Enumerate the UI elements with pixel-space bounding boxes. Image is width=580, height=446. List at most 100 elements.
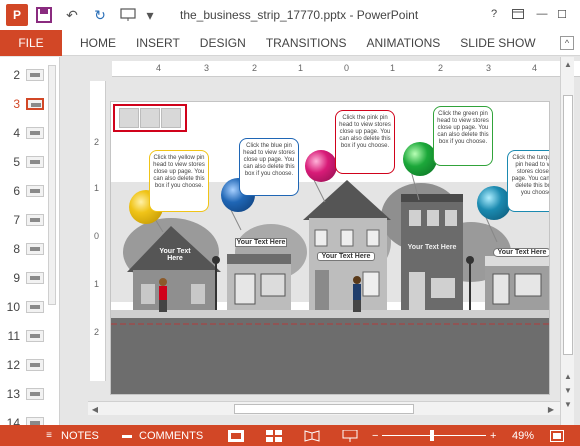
thumbnail-number: 8: [13, 242, 20, 256]
collapse-ribbon-button[interactable]: ^: [560, 36, 574, 50]
tab-file[interactable]: FILE: [0, 29, 62, 56]
thumbnail-number: 9: [13, 271, 20, 285]
scroll-up-icon[interactable]: ▲: [561, 57, 575, 71]
shop1-label[interactable]: Your Text Here: [235, 238, 287, 247]
ruler-tick: 4: [156, 63, 162, 73]
reading-view-button[interactable]: [304, 425, 320, 446]
comments-button[interactable]: ▬ COMMENTS: [120, 425, 203, 446]
redo-button[interactable]: ↻: [88, 3, 112, 27]
undo-button[interactable]: ↶: [60, 3, 84, 27]
callout-blue[interactable]: Click the blue pin head to view stores c…: [239, 138, 299, 196]
ruler-tick: 3: [486, 63, 492, 73]
next-slide-icon[interactable]: ▼: [561, 383, 575, 397]
ruler-tick: 0: [344, 63, 350, 73]
notes-label: NOTES: [61, 429, 99, 442]
ruler-tick: 1: [298, 63, 304, 73]
thumbnail-slide-14[interactable]: 14: [0, 411, 59, 425]
callout-pink[interactable]: Click the pink pin head to view stores c…: [335, 110, 395, 174]
ruler-tick: 1: [94, 183, 100, 193]
vertical-ruler: 2 1 0 1 2: [90, 81, 106, 381]
tab-slide-show[interactable]: SLIDE SHOW: [458, 36, 537, 50]
ruler-tick: 1: [94, 279, 100, 289]
help-button[interactable]: ?: [484, 5, 504, 23]
zoom-in-button[interactable]: +: [490, 425, 496, 446]
thumbnail-image: [26, 301, 44, 313]
thumbnail-image: [26, 330, 44, 342]
ruler-tick: 2: [94, 327, 100, 337]
ribbon-display-options-button[interactable]: [508, 5, 528, 23]
callout-green[interactable]: Click the green pin head to view stores …: [433, 106, 493, 166]
save-icon: [36, 7, 52, 23]
thumbnail-image: [26, 156, 44, 168]
thumbnail-number: 2: [13, 68, 20, 82]
slide-show-view-button[interactable]: [342, 425, 358, 446]
zoom-out-button[interactable]: −: [372, 425, 378, 446]
minimize-button[interactable]: —: [532, 5, 552, 23]
zoom-level[interactable]: 49%: [512, 425, 534, 446]
maximize-button[interactable]: ☐: [552, 5, 572, 23]
slide-show-icon: [342, 429, 358, 442]
presentation-icon: [120, 8, 136, 21]
horizontal-scrollbar[interactable]: ◀ ▶: [88, 401, 560, 415]
thumbnail-slide-11[interactable]: 11: [0, 324, 59, 348]
qat-customize-dropdown[interactable]: ▾: [144, 3, 156, 27]
thumbnail-image: [26, 214, 44, 226]
slide-editing-area: 4 3 2 1 0 1 2 3 4 2 1 0 1 2 Click the ye…: [62, 57, 580, 425]
thumbnail-number: 10: [6, 300, 20, 314]
pin-green[interactable]: [403, 142, 437, 176]
slide-canvas[interactable]: Click the yellow pin head to view stores…: [110, 101, 550, 395]
thumbnail-number: 4: [13, 126, 20, 140]
shape-icon[interactable]: [161, 108, 182, 128]
tab-animations[interactable]: ANIMATIONS: [364, 36, 442, 50]
ruler-tick: 2: [438, 63, 444, 73]
house2-label[interactable]: Your Text Here: [317, 252, 375, 261]
save-button[interactable]: [32, 3, 56, 27]
house1-label[interactable]: Your Text Here: [151, 248, 199, 262]
fit-slide-button[interactable]: [550, 425, 564, 446]
thumbnail-number: 5: [13, 155, 20, 169]
vertical-scrollbar[interactable]: ▲ ▲ ▼ ▼: [560, 57, 574, 425]
pin-pink[interactable]: [305, 150, 337, 182]
tab-home[interactable]: HOME: [78, 36, 118, 50]
thumbnail-image: [26, 417, 44, 425]
normal-view-button[interactable]: [228, 425, 244, 446]
scroll-left-icon[interactable]: ◀: [88, 402, 102, 416]
thumbnail-number: 7: [13, 213, 20, 227]
tab-insert[interactable]: INSERT: [134, 36, 182, 50]
zoom-slider[interactable]: [382, 435, 486, 436]
thumbnail-slide-12[interactable]: 12: [0, 353, 59, 377]
slide-thumbnails-pane: 2 3 4 5 6 7 8 9 10 11 12 13 14: [0, 57, 60, 425]
callout-turquoise[interactable]: Click the turquoise pin head to view sto…: [507, 150, 549, 212]
slideshow-from-start-button[interactable]: [116, 3, 140, 27]
pin-turquoise[interactable]: [477, 186, 511, 220]
tab-design[interactable]: DESIGN: [198, 36, 248, 50]
ruler-tick: 0: [94, 231, 100, 241]
slide-sorter-view-button[interactable]: [266, 425, 282, 446]
ruler-tick: 2: [252, 63, 258, 73]
status-bar: ≡ NOTES ▬ COMMENTS − + 49%: [0, 425, 580, 446]
ruler-tick: 1: [390, 63, 396, 73]
thumbnail-image: [26, 98, 44, 110]
thumbnail-slide-13[interactable]: 13: [0, 382, 59, 406]
title-bar: P ↶ ↻ ▾ the_business_strip_17770.pptx - …: [0, 0, 580, 30]
list-icon[interactable]: [118, 108, 139, 128]
vertical-scroll-thumb[interactable]: [563, 95, 573, 355]
shop2-label[interactable]: Your Text Here: [493, 248, 549, 257]
thumbnails-scrollbar[interactable]: [48, 65, 56, 305]
thumbnail-image: [26, 359, 44, 371]
scroll-down-icon[interactable]: ▼: [561, 397, 575, 411]
circles-icon[interactable]: [139, 108, 160, 128]
building-label[interactable]: Your Text Here: [407, 244, 457, 251]
tab-transitions[interactable]: TRANSITIONS: [264, 36, 349, 50]
scroll-right-icon[interactable]: ▶: [544, 402, 558, 416]
window-title: the_business_strip_17770.pptx - PowerPoi…: [180, 8, 419, 22]
slide-sorter-icon: [266, 429, 282, 442]
icon-group-selection[interactable]: [113, 104, 187, 132]
notes-button[interactable]: ≡ NOTES: [42, 425, 99, 446]
powerpoint-app-icon[interactable]: P: [6, 4, 28, 26]
horizontal-scroll-thumb[interactable]: [234, 404, 414, 414]
zoom-slider-knob[interactable]: [430, 430, 434, 441]
previous-slide-icon[interactable]: ▲: [561, 369, 575, 383]
callout-yellow[interactable]: Click the yellow pin head to view stores…: [149, 150, 209, 212]
powerpoint-window: P ↶ ↻ ▾ the_business_strip_17770.pptx - …: [0, 0, 580, 446]
